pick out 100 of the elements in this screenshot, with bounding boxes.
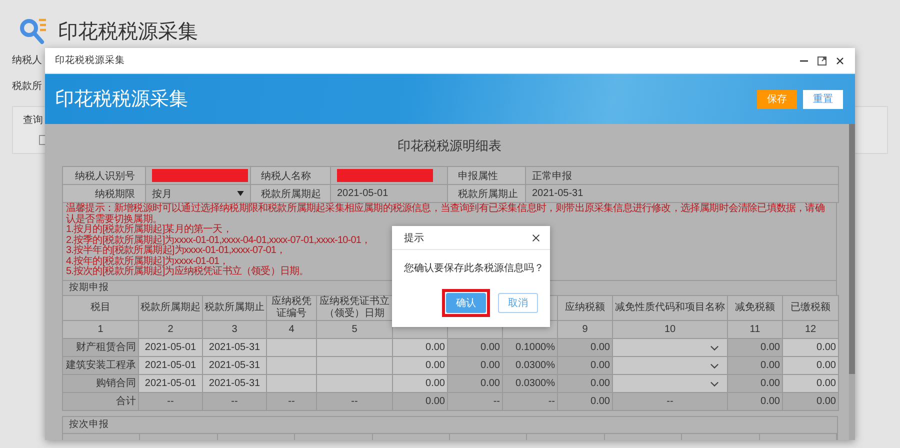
value-cell: 正常申报: [526, 166, 838, 184]
table-cell: 0.00: [782, 392, 838, 410]
table-cell: 0.0300%: [502, 374, 558, 392]
column-number: 3: [202, 320, 266, 338]
table-cell: --: [202, 392, 266, 410]
dialog-message: 您确认要保存此条税源信息吗？: [403, 262, 545, 276]
value-cell: 2021-05-31: [526, 184, 838, 202]
input-field[interactable]: [266, 338, 316, 356]
column-number: 10: [612, 320, 728, 338]
table-cell: 0.00: [558, 374, 612, 392]
scrollbar[interactable]: [849, 124, 855, 440]
table-cell: --: [502, 392, 558, 410]
hint-text: 温馨提示：新增税源时可以通过选择纳税期限和税款所属期起采集相应属期的税源信息，当查询到有已采集信息时，则带出原采集信息进行修改，选择属期时会清除已填数据，请确认是否需要切换属期。: [66, 204, 826, 224]
column-number: 2: [138, 320, 202, 338]
input-field[interactable]: 2021-05-31: [202, 338, 266, 356]
table-cell: 财产租赁合同: [62, 338, 138, 356]
close-icon[interactable]: [835, 56, 845, 66]
table-cell: 0.00: [728, 392, 782, 410]
column-header: 应纳税额: [558, 295, 612, 320]
window-title: 印花税税源采集: [55, 54, 125, 67]
hint-text: 1.按月的[税款所属期起]某月的第一天，: [66, 225, 232, 235]
maximize-icon[interactable]: [817, 56, 827, 66]
reset-button[interactable]: 重置: [803, 90, 843, 108]
input-field[interactable]: [266, 374, 316, 392]
table-cell: 0.00: [728, 356, 782, 374]
table-cell: --: [138, 392, 202, 410]
panel-title: 查询: [23, 114, 44, 127]
input-field[interactable]: 0.00: [392, 356, 448, 374]
form-title: 印花税税源明细表: [396, 137, 502, 155]
input-field[interactable]: 0.00: [782, 374, 838, 392]
value-cell: 2021-05-01: [330, 184, 448, 202]
input-field[interactable]: 0.00: [392, 374, 448, 392]
column-number: 12: [782, 320, 838, 338]
input-field[interactable]: 2021-05-31: [202, 374, 266, 392]
select-field[interactable]: [612, 374, 728, 392]
column-header: 减免税额: [728, 295, 782, 320]
input-field[interactable]: 0.00: [782, 356, 838, 374]
table-cell: --: [448, 392, 502, 410]
table-cell: 合计: [62, 392, 138, 410]
table-cell: --: [612, 392, 728, 410]
column-number: 5: [316, 320, 392, 338]
table-cell: 0.0300%: [502, 356, 558, 374]
hint-text: 2.按季的[税款所属期起]为xxxx-01-01,xxxx-04-01,xxxx-07-01,xxxx-10-01，: [66, 236, 371, 246]
column-number: 4: [266, 320, 316, 338]
table-cell: 0.00: [448, 374, 502, 392]
magnifier-icon: [18, 16, 48, 46]
table-cell: --: [266, 392, 316, 410]
column-header: 税款所属期起: [138, 295, 202, 320]
field-label: 申报属性: [448, 166, 526, 184]
column-number: 9: [558, 320, 612, 338]
caret-icon: [237, 191, 244, 196]
column-number: 11: [728, 320, 782, 338]
field-label: 税款所属期止: [448, 184, 526, 202]
section-title: 按期申报: [69, 282, 109, 292]
table-cell: --: [316, 392, 392, 410]
input-field[interactable]: 2021-05-01: [138, 338, 202, 356]
table-cell: 0.00: [558, 338, 612, 356]
select-field[interactable]: [612, 356, 728, 374]
field-label: 纳税人名称: [250, 166, 330, 184]
table-cell: 建筑安装工程承: [62, 356, 138, 374]
dialog-title: 提示: [404, 232, 424, 244]
field-label: 纳税期限: [62, 184, 146, 202]
column-number: 1: [62, 320, 138, 338]
table-cell: 0.1000%: [502, 338, 558, 356]
banner-title: 印花税税源采集: [55, 88, 188, 112]
section-title: 按次申报: [68, 418, 110, 432]
input-field[interactable]: [316, 356, 392, 374]
field-label: 纳税人识别号: [62, 166, 146, 184]
hint-text: 3.按半年的[税款所属期起]为xxxx-01-01,xxxx-07-01，: [66, 246, 286, 256]
table-cell: 0.00: [392, 392, 448, 410]
page-title: 印花税税源采集: [58, 20, 198, 44]
close-icon[interactable]: [532, 234, 540, 242]
chevron-down-icon: [710, 380, 719, 386]
table-cell: 购销合同: [62, 374, 138, 392]
table-cell: 0.00: [558, 392, 612, 410]
table-cell: 0.00: [728, 338, 782, 356]
input-field[interactable]: [316, 338, 392, 356]
chevron-down-icon: [710, 362, 719, 368]
select-field[interactable]: 按月: [146, 184, 250, 202]
column-header: 税款所属期止: [202, 295, 266, 320]
table-cell: 0.00: [558, 356, 612, 374]
column-header: 应纳税凭证书立（领受）日期: [316, 295, 392, 320]
field-label: 纳税人: [12, 54, 42, 68]
column-header: 已缴税额: [782, 295, 838, 320]
column-header: 减免性质代码和项目名称: [612, 295, 728, 320]
input-field[interactable]: 0.00: [782, 338, 838, 356]
table-cell: 0.00: [728, 374, 782, 392]
select-field[interactable]: [612, 338, 728, 356]
input-field[interactable]: 0.00: [392, 338, 448, 356]
input-field[interactable]: [266, 356, 316, 374]
table-cell: 0.00: [448, 338, 502, 356]
table-cell: 0.00: [448, 356, 502, 374]
column-header: 应纳税凭证编号: [266, 295, 316, 320]
input-field[interactable]: 2021-05-01: [138, 374, 202, 392]
input-field[interactable]: 2021-05-01: [138, 356, 202, 374]
hint-text: 4.按年的[税款所属期起]为xxxx-01-01，: [66, 256, 229, 266]
input-field[interactable]: 2021-05-31: [202, 356, 266, 374]
field-label: 税款所: [12, 80, 42, 94]
input-field[interactable]: [316, 374, 392, 392]
hint-text: 5.按次的[税款所属期起]为应纳税凭证书立（领受）日期。: [66, 267, 309, 278]
